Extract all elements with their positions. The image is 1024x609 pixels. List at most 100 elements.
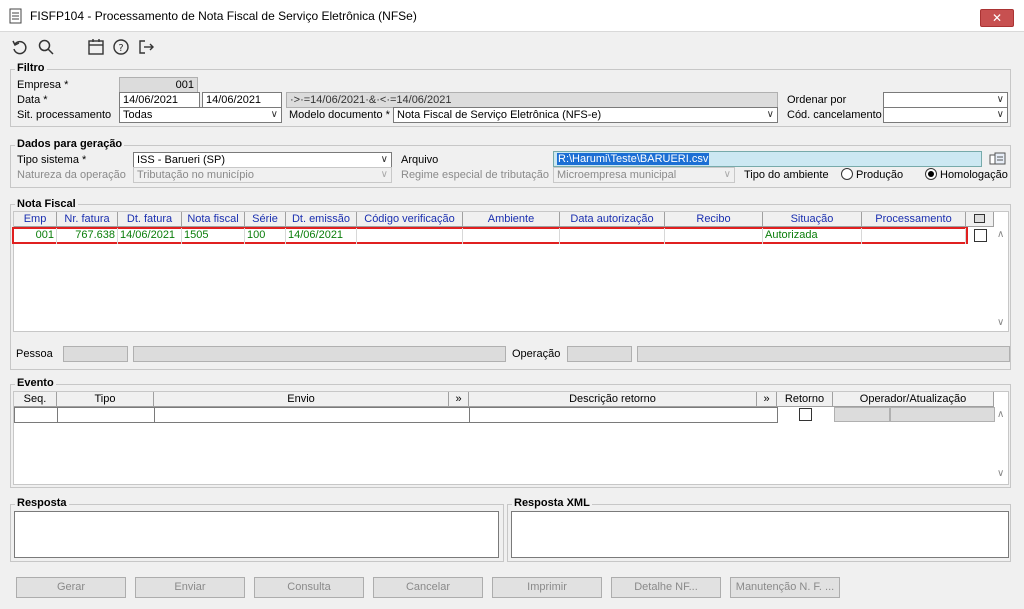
modelo-label: Modelo documento * xyxy=(289,109,390,121)
col-retorno[interactable]: Retorno xyxy=(777,392,833,407)
col-dt-fatura[interactable]: Dt. fatura xyxy=(118,212,182,227)
help-icon[interactable]: ? xyxy=(112,38,130,56)
consulta-button[interactable]: Consulta xyxy=(254,577,364,598)
modelo-select[interactable]: Nota Fiscal de Serviço Eletrônica (NFS-e… xyxy=(393,107,778,123)
title-bar: FISFP104 - Processamento de Nota Fiscal … xyxy=(0,0,1024,32)
empresa-label: Empresa * xyxy=(17,79,69,91)
col-codigo-verificacao[interactable]: Código verificação xyxy=(357,212,463,227)
cancelar-button[interactable]: Cancelar xyxy=(373,577,483,598)
data-de-field[interactable]: 14/06/2021 xyxy=(119,92,200,108)
arquivo-input[interactable]: R:\Harumi\Teste\BARUERI.csv xyxy=(553,151,982,167)
svg-text:?: ? xyxy=(118,43,123,54)
homologacao-label: Homologação xyxy=(940,169,1008,181)
cell-emp: 001 xyxy=(14,228,57,244)
enviar-button[interactable]: Enviar xyxy=(135,577,245,598)
cell-dt-fatura: 14/06/2021 xyxy=(118,228,182,244)
col-processamento[interactable]: Processamento xyxy=(862,212,966,227)
chevron-down-icon: ∨ xyxy=(380,154,388,165)
col-envio[interactable]: Envio xyxy=(154,392,449,407)
filtro-title: Filtro xyxy=(15,62,47,74)
expand-envio-button[interactable]: » xyxy=(449,392,469,407)
gerar-button[interactable]: Gerar xyxy=(16,577,126,598)
cell-situacao: Autorizada xyxy=(763,228,862,244)
col-dt-emissao[interactable]: Dt. emissão xyxy=(286,212,357,227)
scroll-down-icon[interactable]: ∨ xyxy=(997,317,1004,328)
row-checkbox[interactable] xyxy=(974,229,987,242)
natureza-select[interactable]: Tributação no município ∨ xyxy=(133,167,392,183)
chevron-down-icon: ∨ xyxy=(380,169,388,180)
regime-select[interactable]: Microempresa municipal ∨ xyxy=(553,167,735,183)
regime-value: Microempresa municipal xyxy=(557,169,677,181)
exit-icon[interactable] xyxy=(137,38,155,56)
col-tipo[interactable]: Tipo xyxy=(57,392,154,407)
col-ambiente[interactable]: Ambiente xyxy=(463,212,560,227)
producao-label: Produção xyxy=(856,169,904,181)
resposta-textarea[interactable] xyxy=(14,511,499,558)
chevron-down-icon: ∨ xyxy=(723,169,731,180)
data-expression: ·>·=14/06/2021·&·<·=14/06/2021 xyxy=(286,92,778,108)
sit-processamento-select[interactable]: Todas ∨ xyxy=(119,107,282,123)
chevron-down-icon: ∨ xyxy=(996,109,1004,120)
col-situacao[interactable]: Situação xyxy=(763,212,862,227)
homologacao-radio[interactable] xyxy=(925,168,937,180)
calendar-icon[interactable] xyxy=(87,38,105,56)
select-all-checkbox[interactable] xyxy=(974,214,985,223)
operacao-code-field xyxy=(567,346,632,362)
atualizacao-field xyxy=(890,407,995,422)
evento-row-divider xyxy=(57,407,58,423)
data-ate-field[interactable]: 14/06/2021 xyxy=(202,92,282,108)
regime-label: Regime especial de tributação xyxy=(401,169,549,181)
tipo-ambiente-label: Tipo do ambiente xyxy=(744,169,829,181)
document-icon xyxy=(9,8,22,24)
ordenar-label: Ordenar por xyxy=(787,94,847,106)
evento-row[interactable] xyxy=(14,407,778,423)
expand-retorno-button[interactable]: » xyxy=(757,392,777,407)
producao-radio[interactable] xyxy=(841,168,853,180)
cell-serie: 100 xyxy=(245,228,286,244)
imprimir-button[interactable]: Imprimir xyxy=(492,577,602,598)
empresa-field[interactable]: 001 xyxy=(119,77,198,93)
manutencao-nf-button[interactable]: Manutenção N. F. ... xyxy=(730,577,840,598)
browse-file-icon[interactable] xyxy=(989,152,1007,166)
natureza-value: Tributação no município xyxy=(137,169,254,181)
cod-cancelamento-select[interactable]: ∨ xyxy=(883,107,1008,123)
tipo-sistema-select[interactable]: ISS - Barueri (SP) ∨ xyxy=(133,152,392,168)
cell-ambiente xyxy=(463,228,560,244)
col-serie[interactable]: Série xyxy=(245,212,286,227)
col-nr-fatura[interactable]: Nr. fatura xyxy=(57,212,118,227)
col-descricao-retorno[interactable]: Descrição retorno xyxy=(469,392,757,407)
close-button[interactable]: ✕ xyxy=(980,9,1014,27)
undo-icon[interactable] xyxy=(11,38,29,56)
natureza-label: Natureza da operação xyxy=(17,169,126,181)
detalhe-nf-button[interactable]: Detalhe NF... xyxy=(611,577,721,598)
retorno-checkbox[interactable] xyxy=(799,408,812,421)
resposta-xml-textarea[interactable] xyxy=(511,511,1009,558)
col-seq[interactable]: Seq. xyxy=(14,392,57,407)
col-select-all[interactable] xyxy=(966,212,994,227)
col-recibo[interactable]: Recibo xyxy=(665,212,763,227)
window-title: FISFP104 - Processamento de Nota Fiscal … xyxy=(30,9,417,23)
resposta-title: Resposta xyxy=(15,497,69,509)
evento-row-divider xyxy=(154,407,155,423)
chevron-down-icon: ∨ xyxy=(996,94,1004,105)
data-label: Data * xyxy=(17,94,48,106)
chevron-down-icon: ∨ xyxy=(270,109,278,120)
cell-dt-emissao: 14/06/2021 xyxy=(286,228,357,244)
cell-codigo xyxy=(357,228,463,244)
ordenar-select[interactable]: ∨ xyxy=(883,92,1008,108)
col-emp[interactable]: Emp xyxy=(14,212,57,227)
col-operador-atualizacao[interactable]: Operador/Atualização xyxy=(833,392,994,407)
sit-processamento-label: Sit. processamento xyxy=(17,109,112,121)
cod-cancelamento-label: Cód. cancelamento xyxy=(787,109,882,121)
sit-processamento-value: Todas xyxy=(123,109,153,121)
search-icon[interactable] xyxy=(37,38,55,56)
scroll-down-icon[interactable]: ∨ xyxy=(997,468,1004,479)
scroll-up-icon[interactable]: ∧ xyxy=(997,229,1004,240)
tipo-sistema-label: Tipo sistema * xyxy=(17,154,87,166)
scroll-up-icon[interactable]: ∧ xyxy=(997,409,1004,420)
tipo-sistema-value: ISS - Barueri (SP) xyxy=(137,154,226,166)
dados-title: Dados para geração xyxy=(15,138,125,150)
pessoa-code-field xyxy=(63,346,128,362)
col-nota-fiscal[interactable]: Nota fiscal xyxy=(182,212,245,227)
col-data-autorizacao[interactable]: Data autorização xyxy=(560,212,665,227)
